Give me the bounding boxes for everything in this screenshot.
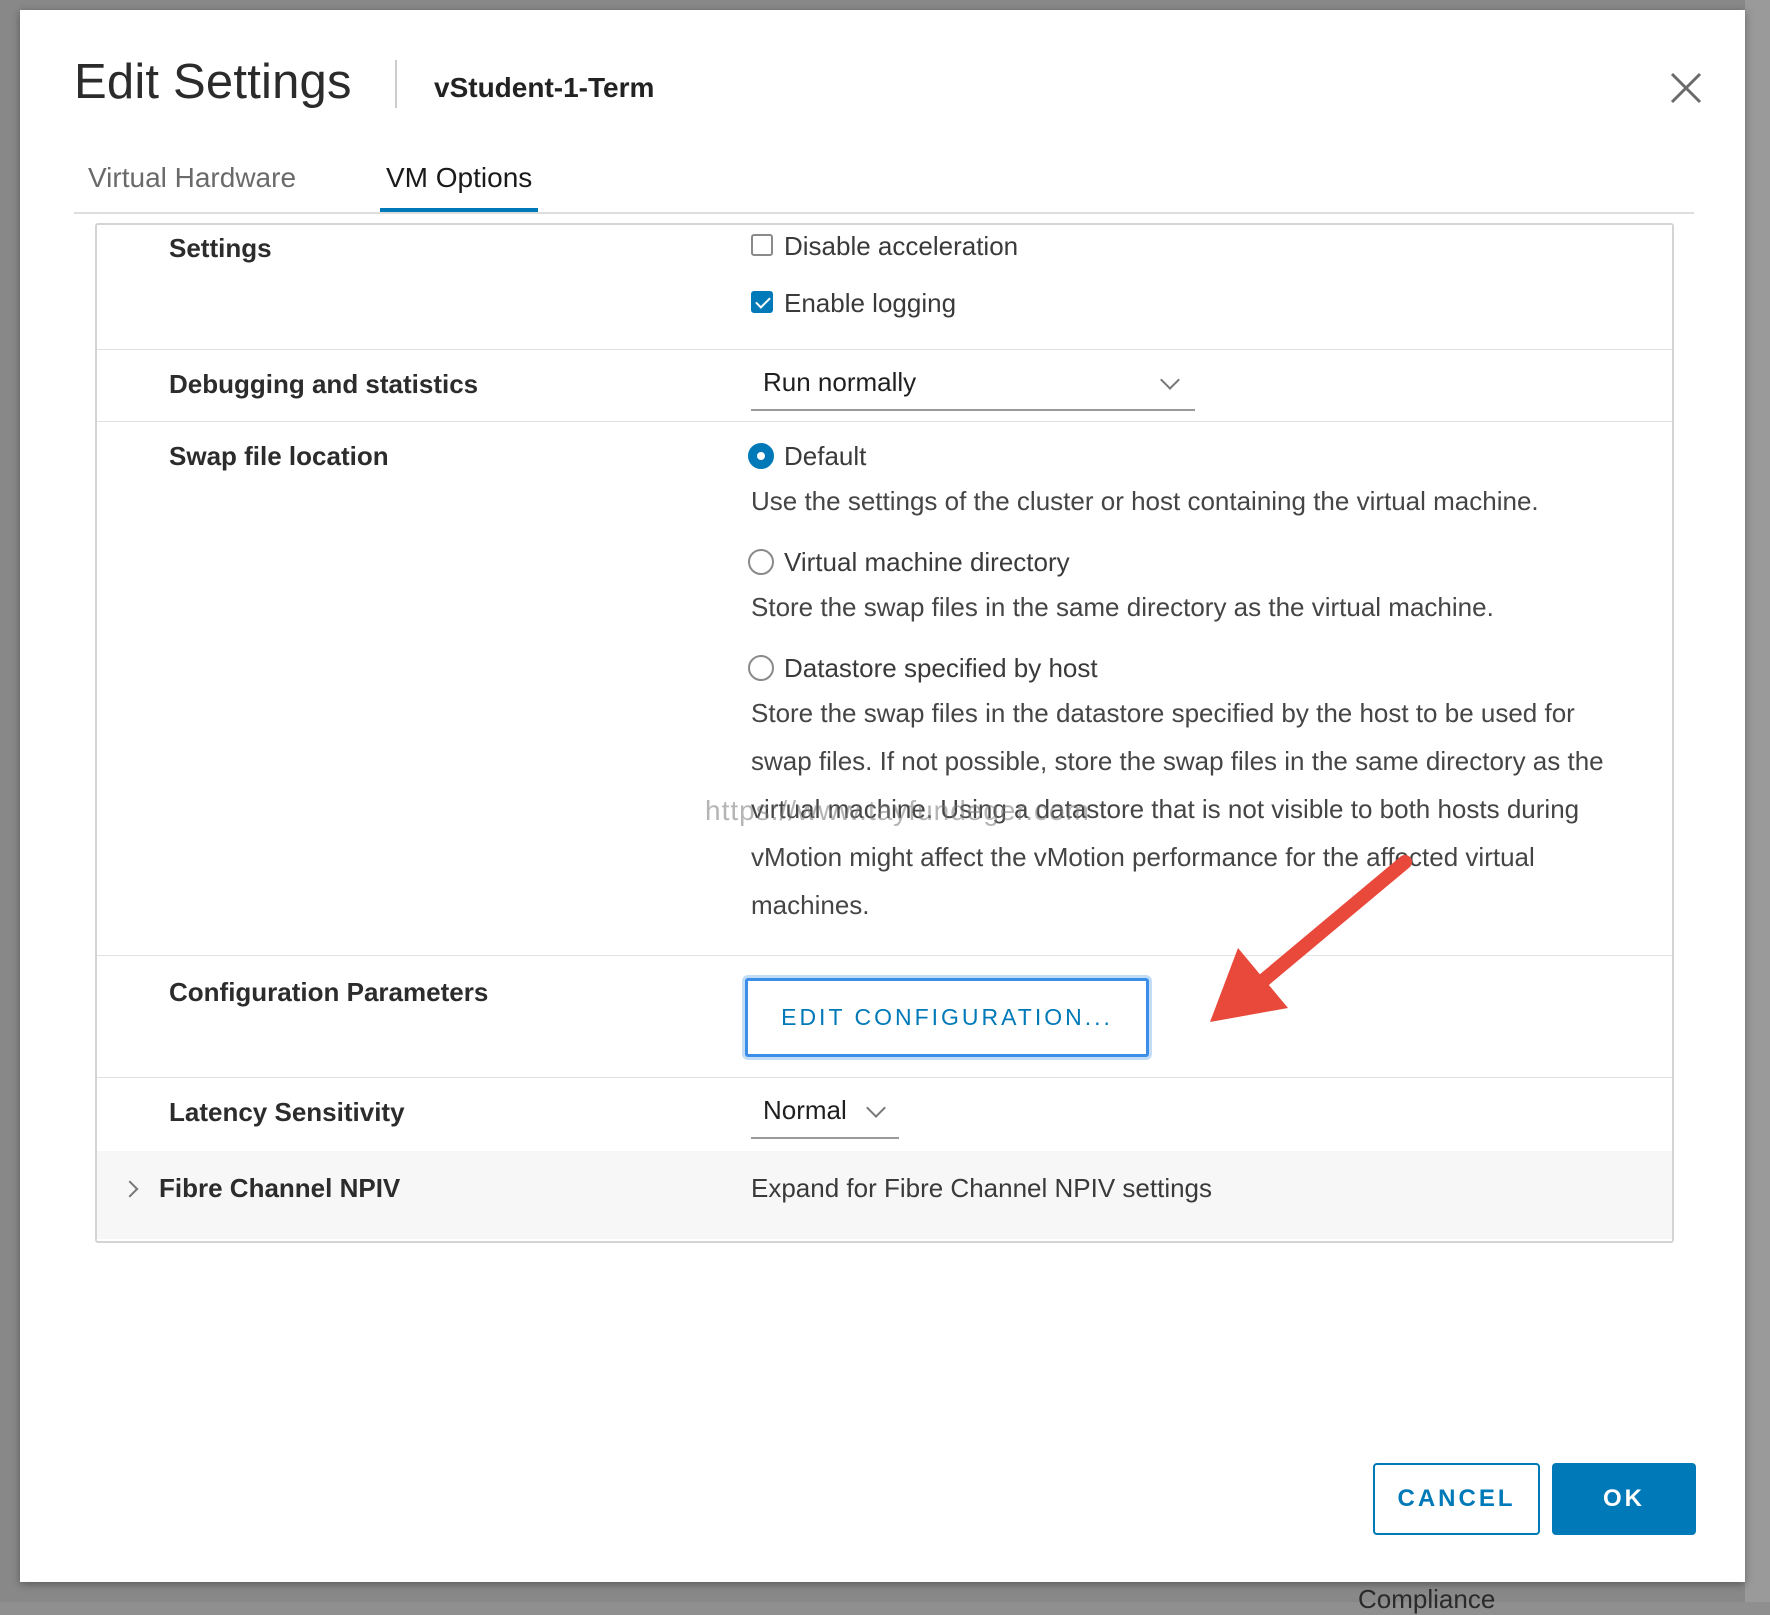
ok-button[interactable]: OK — [1552, 1463, 1696, 1535]
tab-bar: Virtual Hardware VM Options — [74, 150, 1694, 214]
swap-default-desc: Use the settings of the cluster or host … — [751, 486, 1539, 516]
chevron-down-icon — [866, 1098, 886, 1118]
swap-vm-directory-radio[interactable] — [748, 549, 774, 575]
npiv-row[interactable]: Fibre Channel NPIV Expand for Fibre Chan… — [97, 1151, 1672, 1239]
swap-datastore-host-label: Datastore specified by host — [784, 653, 1098, 683]
swap-file-row: Swap file location Default Use the setti… — [97, 421, 1672, 956]
enable-logging-label: Enable logging — [784, 288, 957, 318]
edit-settings-dialog: Edit Settings vStudent-1-Term Virtual Ha… — [20, 10, 1745, 1582]
debugging-row: Debugging and statistics Run normally — [97, 349, 1672, 422]
title-separator — [395, 60, 397, 108]
chevron-right-icon[interactable] — [121, 1180, 139, 1198]
disable-acceleration-checkbox[interactable] — [751, 234, 773, 256]
config-params-row: Configuration Parameters EDIT CONFIGURAT… — [97, 955, 1672, 1078]
cancel-button[interactable]: CANCEL — [1373, 1463, 1540, 1535]
red-arrow-annotation — [1210, 855, 1412, 1022]
swap-default-radio[interactable] — [748, 443, 774, 469]
settings-label: Settings — [169, 233, 272, 263]
background-compliance-text: Compliance — [1358, 1584, 1496, 1614]
swap-vm-directory-label: Virtual machine directory — [784, 547, 1070, 577]
close-icon[interactable] — [1668, 70, 1704, 106]
swap-default-label: Default — [784, 441, 867, 471]
settings-row: Settings Disable acceleration Enable log… — [97, 225, 1672, 350]
latency-select-value: Normal — [763, 1095, 847, 1125]
enable-logging-checkbox[interactable] — [751, 291, 773, 313]
swap-datastore-host-radio[interactable] — [748, 655, 774, 681]
latency-label: Latency Sensitivity — [169, 1097, 405, 1127]
latency-row: Latency Sensitivity Normal — [97, 1077, 1672, 1152]
edit-configuration-button[interactable]: EDIT CONFIGURATION... — [745, 978, 1149, 1057]
config-params-label: Configuration Parameters — [169, 977, 489, 1007]
latency-select[interactable]: Normal — [751, 1095, 899, 1139]
dialog-title: Edit Settings — [74, 55, 352, 109]
debugging-label: Debugging and statistics — [169, 369, 479, 399]
dialog-subtitle-vm-name: vStudent-1-Term — [434, 72, 655, 103]
swap-file-label: Swap file location — [169, 441, 389, 471]
debugging-select-value: Run normally — [763, 367, 917, 397]
tab-virtual-hardware[interactable]: Virtual Hardware — [82, 162, 302, 208]
vm-options-panel: Settings Disable acceleration Enable log… — [95, 223, 1674, 1243]
background-right-strip — [1745, 0, 1770, 1602]
chevron-down-icon — [1160, 370, 1180, 390]
debugging-select[interactable]: Run normally — [751, 367, 1195, 411]
npiv-desc: Expand for Fibre Channel NPIV settings — [751, 1173, 1213, 1203]
swap-vm-directory-desc: Store the swap files in the same directo… — [751, 592, 1494, 622]
tab-vm-options[interactable]: VM Options — [380, 162, 539, 212]
npiv-label: Fibre Channel NPIV — [159, 1173, 401, 1203]
disable-acceleration-label: Disable acceleration — [784, 231, 1019, 261]
watermark-text: https://www.tayfundeger.com — [705, 795, 1090, 826]
